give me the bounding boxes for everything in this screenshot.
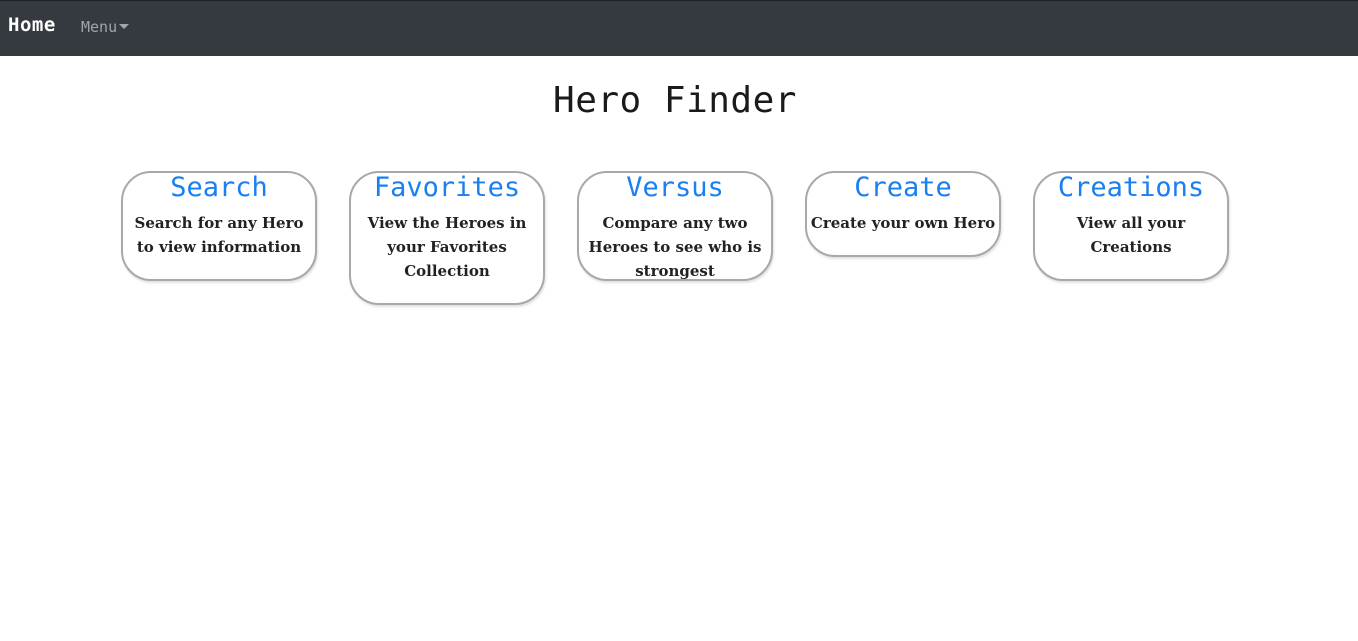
card-create[interactable]: Create Create your own Hero [805,171,1001,257]
card-search-title-link[interactable]: Search [125,174,313,202]
top-navbar: Home Menu [0,0,1358,56]
card-create-title-link[interactable]: Create [809,174,997,202]
card-versus-title-link[interactable]: Versus [581,174,769,202]
card-versus[interactable]: Versus Compare any two Heroes to see who… [577,171,773,281]
menu-dropdown-toggle[interactable]: Menu [81,18,130,36]
card-creations-description: View all your Creations [1076,214,1186,256]
card-search[interactable]: Search Search for any Hero to view infor… [121,171,317,281]
caret-down-icon [119,23,130,29]
card-favorites-description: View the Heroes in your Favorites Collec… [367,214,527,280]
card-create-description: Create your own Hero [810,214,996,232]
card-search-description: Search for any Hero to view information [134,214,304,256]
card-favorites-title-link[interactable]: Favorites [353,174,541,202]
card-creations-title-link[interactable]: Creations [1037,174,1225,202]
card-creations[interactable]: Creations View all your Creations [1033,171,1229,281]
menu-label: Menu [81,18,118,36]
page-title: Hero Finder [553,80,797,121]
card-versus-description: Compare any two Heroes to see who is str… [588,214,762,280]
card-favorites[interactable]: Favorites View the Heroes in your Favori… [349,171,545,305]
home-link[interactable]: Home [8,14,56,36]
